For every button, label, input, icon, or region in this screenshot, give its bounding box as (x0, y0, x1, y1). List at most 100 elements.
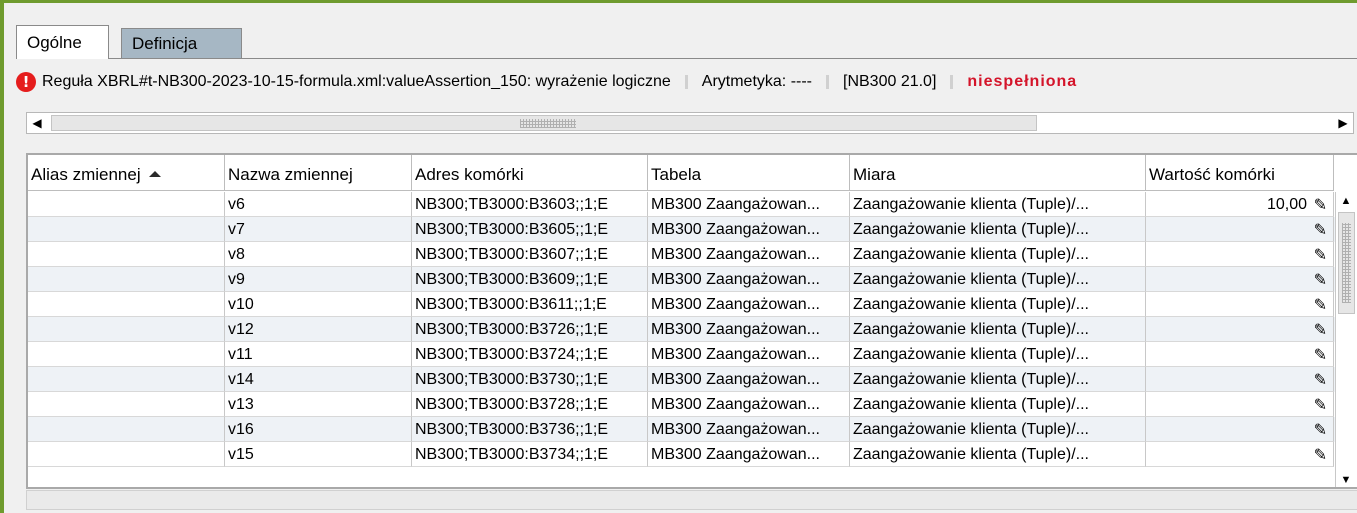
cell-alias (28, 417, 225, 442)
column-header-alias[interactable]: Alias zmiennej (28, 155, 225, 191)
cell-address-text: NB300;TB3000:B3726;;1;E (415, 321, 609, 338)
cell-address: NB300;TB3000:B3726;;1;E (412, 317, 648, 342)
cell-alias (28, 392, 225, 417)
table-row[interactable]: v10 NB300;TB3000:B3611;;1;E MB300 Zaangażo… (28, 292, 1338, 317)
cell-name-text: v6 (228, 196, 245, 213)
pencil-icon[interactable]: ✎ (1314, 270, 1327, 289)
cell-name-text: v11 (228, 346, 253, 363)
rule-description: Reguła XBRL#t-NB300-2023-10-15-formula.x… (42, 73, 671, 90)
vertical-scrollbar[interactable]: ▲ ▼ (1335, 192, 1357, 487)
horizontal-scrollbar[interactable]: ◀ ▶ (26, 112, 1354, 134)
cell-value[interactable]: ✎ (1146, 267, 1334, 292)
status-badge: niespełniona (967, 73, 1078, 90)
scroll-up-icon[interactable]: ▲ (1336, 192, 1356, 210)
cell-measure-text: Zaangażowanie klienta (Tuple)/... (853, 421, 1089, 438)
cell-measure-text: Zaangażowanie klienta (Tuple)/... (853, 346, 1089, 363)
cell-value[interactable]: ✎ (1146, 317, 1334, 342)
cell-name-text: v7 (228, 221, 245, 238)
cell-name: v6 (225, 192, 412, 217)
cell-alias (28, 192, 225, 217)
cell-table-text: MB300 Zaangażowan... (651, 271, 820, 288)
cell-address: NB300;TB3000:B3603;;1;E (412, 192, 648, 217)
cell-alias (28, 267, 225, 292)
table-row[interactable]: v8 NB300;TB3000:B3607;;1;E MB300 Zaangażow… (28, 242, 1338, 267)
cell-value[interactable]: ✎ (1146, 392, 1334, 417)
cell-name: v12 (225, 317, 412, 342)
cell-address: NB300;TB3000:B3734;;1;E (412, 442, 648, 467)
pencil-icon[interactable]: ✎ (1314, 345, 1327, 364)
pencil-icon[interactable]: ✎ (1314, 420, 1327, 439)
cell-value[interactable]: ✎ (1146, 342, 1334, 367)
cell-table: MB300 Zaangażowan... (648, 342, 850, 367)
table-row[interactable]: v11 NB300;TB3000:B3724;;1;E MB300 Zaangażo… (28, 342, 1338, 367)
cell-table-text: MB300 Zaangażowan... (651, 321, 820, 338)
pencil-icon[interactable]: ✎ (1314, 370, 1327, 389)
cell-alias (28, 367, 225, 392)
table-row[interactable]: v12 NB300;TB3000:B3726;;1;E MB300 Zaangażo… (28, 317, 1338, 342)
cell-address: NB300;TB3000:B3609;;1;E (412, 267, 648, 292)
table-row[interactable]: v9 NB300;TB3000:B3609;;1;E MB300 Zaangażow… (28, 267, 1338, 292)
table-row[interactable]: v16 NB300;TB3000:B3736;;1;E MB300 Zaangażo… (28, 417, 1338, 442)
cell-address: NB300;TB3000:B3607;;1;E (412, 242, 648, 267)
cell-value[interactable]: ✎ (1146, 367, 1334, 392)
scroll-right-icon[interactable]: ▶ (1333, 113, 1353, 133)
cell-value[interactable]: ✎ (1146, 217, 1334, 242)
column-header-value[interactable]: Wartość komórki (1146, 155, 1334, 191)
cell-measure: Zaangażowanie klienta (Tuple)/... (850, 342, 1146, 367)
table-row[interactable]: v14 NB300;TB3000:B3730;;1;E MB300 Zaangażo… (28, 367, 1338, 392)
pencil-icon[interactable]: ✎ (1314, 245, 1327, 264)
column-header-name[interactable]: Nazwa zmiennej (225, 155, 412, 191)
pencil-icon[interactable]: ✎ (1314, 295, 1327, 314)
tab-divider (16, 58, 1357, 59)
cell-address-text: NB300;TB3000:B3728;;1;E (415, 396, 609, 413)
arithmetic-label: Arytmetyka: ---- (701, 73, 812, 90)
cell-table: MB300 Zaangażowan... (648, 267, 850, 292)
cell-alias (28, 292, 225, 317)
column-header-address[interactable]: Adres komórki (412, 155, 648, 191)
cell-name: v8 (225, 242, 412, 267)
cell-value[interactable]: ✎ (1146, 242, 1334, 267)
cell-address-text: NB300;TB3000:B3734;;1;E (415, 446, 609, 463)
cell-name: v14 (225, 367, 412, 392)
table-code: [NB300 21.0] (843, 73, 937, 90)
scrollbar-thumb[interactable] (1338, 212, 1355, 314)
tab-definition[interactable]: Definicja (121, 28, 242, 58)
table-row[interactable]: v13 NB300;TB3000:B3728;;1;E MB300 Zaangażo… (28, 392, 1338, 417)
cell-value[interactable]: ✎ (1146, 442, 1334, 467)
cell-measure: Zaangażowanie klienta (Tuple)/... (850, 267, 1146, 292)
cell-name: v11 (225, 342, 412, 367)
table-row[interactable]: v7 NB300;TB3000:B3605;;1;E MB300 Zaangażow… (28, 217, 1338, 242)
scroll-left-icon[interactable]: ◀ (27, 113, 47, 133)
table-row[interactable]: v15 NB300;TB3000:B3734;;1;E MB300 Zaangażo… (28, 442, 1338, 467)
pencil-icon[interactable]: ✎ (1314, 320, 1327, 339)
cell-value[interactable]: ✎ (1146, 292, 1334, 317)
cell-table-text: MB300 Zaangażowan... (651, 396, 820, 413)
cell-measure: Zaangażowanie klienta (Tuple)/... (850, 442, 1146, 467)
scrollbar-thumb[interactable] (51, 115, 1037, 131)
variables-table: Alias zmiennej Nazwa zmiennej Adres komó… (26, 153, 1357, 489)
cell-measure: Zaangażowanie klienta (Tuple)/... (850, 417, 1146, 442)
cell-alias (28, 217, 225, 242)
column-header-measure[interactable]: Miara (850, 155, 1146, 191)
cell-name: v15 (225, 442, 412, 467)
cell-value[interactable]: 10,00 ✎ (1146, 192, 1334, 217)
scroll-down-icon[interactable]: ▼ (1336, 471, 1356, 487)
pencil-icon[interactable]: ✎ (1314, 395, 1327, 414)
properties-panel: Ogólne Definicja ! Reguła XBRL#t-NB300-2… (0, 0, 1357, 513)
pencil-icon[interactable]: ✎ (1314, 195, 1327, 214)
cell-table-text: MB300 Zaangażowan... (651, 421, 820, 438)
table-row[interactable]: v6 NB300;TB3000:B3603;;1;E MB300 Zaangażow… (28, 192, 1338, 217)
pencil-icon[interactable]: ✎ (1314, 445, 1327, 464)
cell-address: NB300;TB3000:B3605;;1;E (412, 217, 648, 242)
pencil-icon[interactable]: ✎ (1314, 220, 1327, 239)
column-header-table[interactable]: Tabela (648, 155, 850, 191)
cell-value-text: 10,00 (1266, 196, 1307, 213)
cell-table: MB300 Zaangażowan... (648, 192, 850, 217)
cell-address-text: NB300;TB3000:B3736;;1;E (415, 421, 609, 438)
cell-measure-text: Zaangażowanie klienta (Tuple)/... (853, 196, 1089, 213)
table-header: Alias zmiennej Nazwa zmiennej Adres komó… (28, 155, 1338, 191)
tab-general[interactable]: Ogólne (16, 25, 109, 59)
cell-name: v16 (225, 417, 412, 442)
separator (950, 75, 954, 89)
cell-value[interactable]: ✎ (1146, 417, 1334, 442)
